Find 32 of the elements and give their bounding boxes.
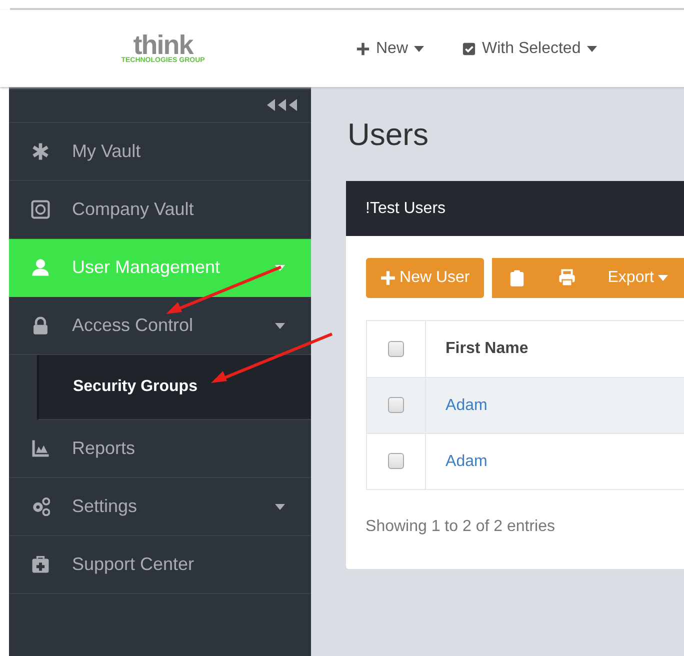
- lock-icon: [30, 316, 50, 335]
- nav-menu-button[interactable]: New: [356, 40, 424, 58]
- checkbox-icon: [462, 42, 476, 56]
- page-title: Users: [348, 117, 430, 153]
- sidebar-subitem[interactable]: Security Groups: [72, 378, 198, 396]
- sidebar-item[interactable]: Support Center: [8, 536, 311, 594]
- asterisk-icon: [30, 142, 50, 161]
- safe-icon: [30, 200, 50, 219]
- plus-icon: [380, 270, 396, 286]
- collapse-icon[interactable]: [266, 98, 299, 110]
- sidebar-item[interactable]: Reports: [8, 420, 311, 478]
- first-aid-kit-icon: [30, 555, 50, 574]
- entries-info: Showing 1 to 2 of 2 entries: [366, 518, 556, 536]
- user-link[interactable]: Adam: [446, 396, 488, 414]
- panel-title: !Test Users: [366, 200, 446, 218]
- plus-icon: [356, 42, 370, 56]
- column-header[interactable]: First Name: [446, 340, 528, 357]
- user-icon: [30, 258, 50, 277]
- print-icon: [558, 269, 576, 287]
- select-all-checkbox[interactable]: [388, 340, 404, 357]
- clipboard-icon: [508, 269, 526, 287]
- user-link[interactable]: Adam: [446, 452, 488, 470]
- caret-icon: [658, 275, 668, 281]
- caret-icon: [414, 46, 424, 52]
- caret-icon: [586, 46, 597, 52]
- chart-icon: [30, 439, 50, 458]
- row-checkbox[interactable]: [388, 397, 404, 414]
- gears-icon: [30, 497, 50, 516]
- nav-menu-button[interactable]: With Selected: [462, 40, 597, 58]
- row-checkbox[interactable]: [388, 453, 404, 470]
- sidebar-item[interactable]: Settings: [8, 478, 311, 536]
- sidebar-item[interactable]: My Vault: [8, 123, 311, 181]
